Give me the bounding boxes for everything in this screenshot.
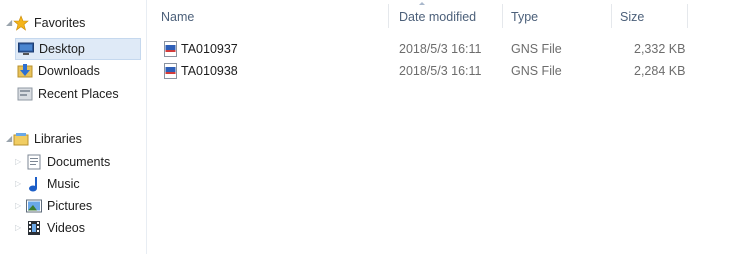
videos-icon [26, 220, 42, 236]
file-name: TA010937 [181, 42, 238, 56]
nav-item-music[interactable]: Music [26, 174, 80, 194]
nav-libraries[interactable]: Libraries [13, 129, 82, 149]
column-header-name[interactable]: Name [161, 7, 194, 27]
file-date-modified: 2018/5/3 16:11 [399, 64, 482, 78]
nav-favorites-label: Favorites [34, 16, 86, 30]
column-divider[interactable] [611, 4, 612, 28]
file-name: TA010938 [181, 64, 238, 78]
sort-indicator-icon [419, 2, 425, 5]
nav-favorites[interactable]: Favorites [13, 13, 85, 33]
downloads-folder-icon [17, 63, 33, 79]
file-size: 2,284 KB [634, 64, 686, 78]
nav-item-desktop[interactable]: Desktop [15, 38, 141, 60]
star-icon [13, 15, 29, 31]
nav-item-downloads[interactable]: Downloads [17, 61, 100, 81]
nav-item-label: Documents [47, 155, 111, 169]
music-icon [26, 176, 42, 192]
nav-item-recent-places[interactable]: Recent Places [17, 84, 119, 104]
file-type: GNS File [511, 64, 562, 78]
column-divider[interactable] [687, 4, 688, 28]
expand-arrow-icon[interactable]: ◢ [6, 13, 12, 33]
nav-libraries-label: Libraries [34, 132, 82, 146]
recent-places-icon [17, 86, 33, 102]
pictures-icon [26, 198, 42, 214]
nav-item-videos[interactable]: Videos [26, 218, 85, 238]
file-size: 2,332 KB [634, 42, 686, 56]
documents-icon [26, 154, 42, 170]
desktop-icon [18, 41, 34, 57]
file-row[interactable]: TA010938 2018/5/3 16:11 GNS File 2,284 K… [160, 60, 731, 82]
file-row[interactable]: TA010937 2018/5/3 16:11 GNS File 2,332 K… [160, 38, 731, 60]
nav-item-label: Pictures [47, 199, 93, 213]
file-date-modified: 2018/5/3 16:11 [399, 42, 482, 56]
nav-item-pictures[interactable]: Pictures [26, 196, 92, 216]
nav-item-label: Music [47, 177, 80, 191]
column-header-size[interactable]: Size [620, 7, 644, 27]
expand-arrow-icon[interactable]: ▷ [15, 218, 21, 238]
nav-item-label: Videos [47, 221, 85, 235]
navigation-pane: ◢ Favorites Desktop Downloads Recent Pla… [0, 0, 147, 254]
nav-item-label: Desktop [39, 42, 85, 56]
expand-arrow-icon[interactable]: ▷ [15, 196, 21, 216]
expand-arrow-icon[interactable]: ▷ [15, 152, 21, 172]
column-header-type[interactable]: Type [511, 7, 538, 27]
nav-item-label: Downloads [38, 64, 100, 78]
column-header-date-modified[interactable]: Date modified [399, 7, 476, 27]
expand-arrow-icon[interactable]: ▷ [15, 174, 21, 194]
libraries-icon [13, 131, 29, 147]
expand-arrow-icon[interactable]: ◢ [6, 129, 12, 149]
nav-item-documents[interactable]: Documents [26, 152, 110, 172]
nav-item-label: Recent Places [38, 87, 119, 101]
gns-file-icon [164, 63, 177, 79]
column-divider[interactable] [502, 4, 503, 28]
file-type: GNS File [511, 42, 562, 56]
gns-file-icon [164, 41, 177, 57]
column-divider[interactable] [388, 4, 389, 28]
column-header-row: Name Date modified Type Size [147, 0, 731, 30]
